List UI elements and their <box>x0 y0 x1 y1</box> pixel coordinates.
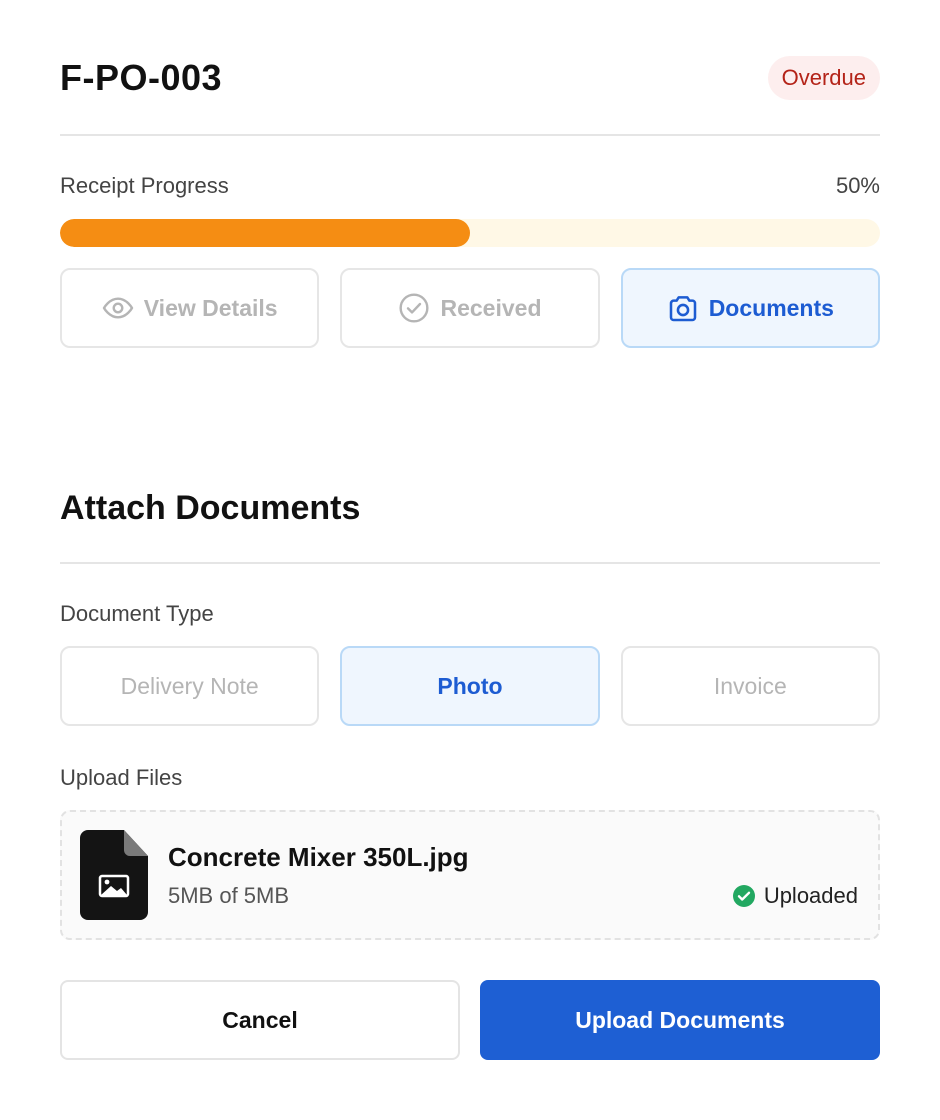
upload-status-text: Uploaded <box>763 883 858 908</box>
doc-type-photo[interactable]: Photo <box>340 646 600 726</box>
check-circle-filled-icon <box>732 885 755 907</box>
upload-status: Uploaded <box>732 882 858 910</box>
image-file-icon <box>80 830 148 920</box>
progress-bar-fill <box>60 219 470 247</box>
tab-label: Received <box>440 294 542 321</box>
upload-documents-button[interactable]: Upload Documents <box>480 980 880 1060</box>
progress-bar <box>60 219 880 247</box>
doc-type-invoice[interactable]: Invoice <box>620 646 880 726</box>
eye-icon <box>102 297 133 319</box>
document-type-options: Delivery Note Photo Invoice <box>60 646 880 726</box>
tab-received[interactable]: Received <box>340 268 600 348</box>
upload-files-label: Upload Files <box>60 765 183 790</box>
tab-bar: View Details Received Documents <box>60 268 880 348</box>
camera-icon <box>669 296 696 322</box>
tab-label: Documents <box>708 294 834 321</box>
progress-percent: 50% <box>835 173 880 198</box>
file-name: Concrete Mixer 350L.jpg <box>168 842 469 872</box>
tab-view-details[interactable]: View Details <box>60 268 320 348</box>
tab-label: View Details <box>143 294 278 321</box>
header-divider <box>60 134 880 136</box>
tab-documents[interactable]: Documents <box>620 268 880 348</box>
section-title: Attach Documents <box>60 489 361 527</box>
document-type-label: Document Type <box>60 601 214 626</box>
doc-type-delivery-note[interactable]: Delivery Note <box>60 646 320 726</box>
receipt-panel: F-PO-003 Overdue Receipt Progress 50% Vi… <box>0 0 940 1120</box>
progress-label: Receipt Progress <box>60 173 229 198</box>
upload-dropzone[interactable]: Concrete Mixer 350L.jpg 5MB of 5MB Uploa… <box>60 810 880 940</box>
status-badge: Overdue <box>767 56 880 100</box>
file-size: 5MB of 5MB <box>168 883 290 908</box>
page-title: F-PO-003 <box>60 57 223 98</box>
cancel-button[interactable]: Cancel <box>60 980 460 1060</box>
check-circle-icon <box>399 293 430 323</box>
section-divider <box>60 562 880 564</box>
